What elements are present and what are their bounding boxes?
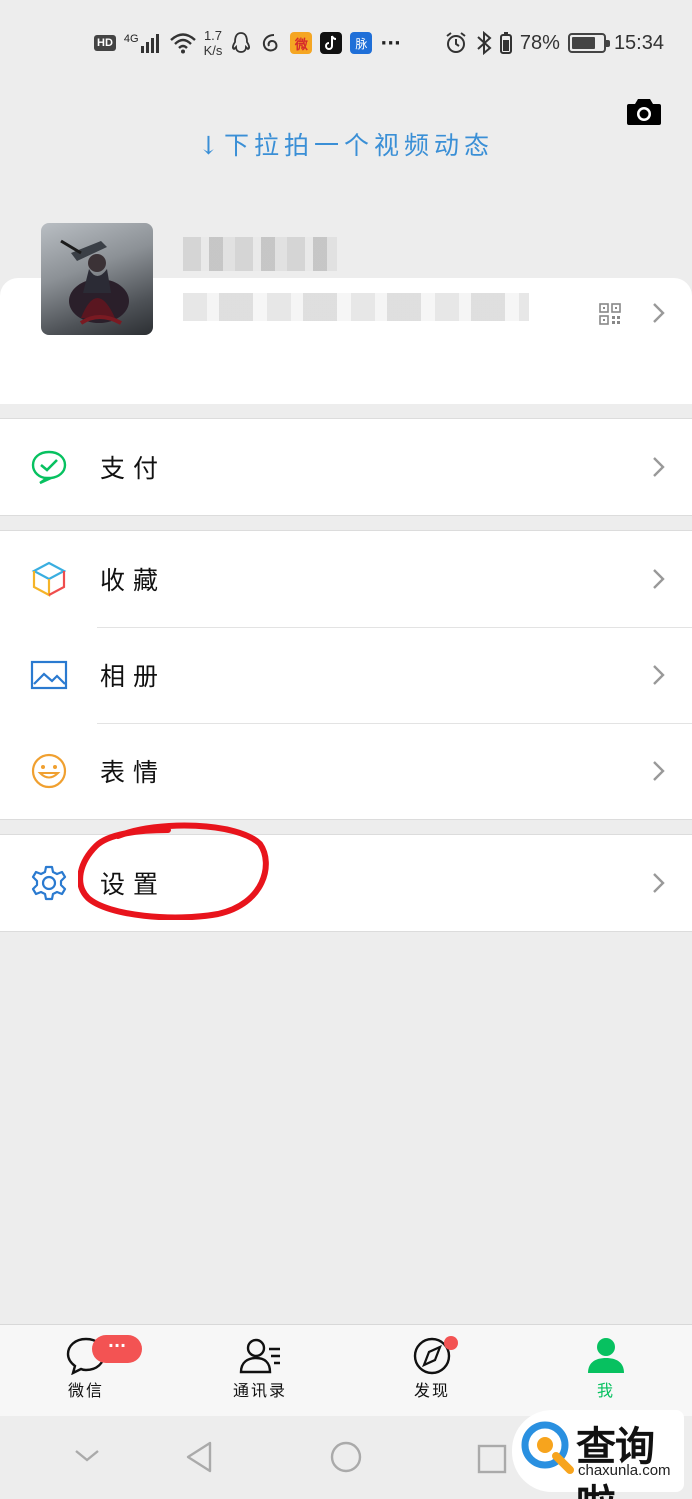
wechat-pay-icon [31, 450, 67, 485]
tools-group: 收藏 相册 表情 [0, 530, 692, 820]
new-dot-badge [444, 1336, 458, 1350]
status-left: HD 4G 1.7 K/s 微 脉 ··· [94, 26, 401, 60]
person-icon [588, 1338, 624, 1373]
battery-percent: 78% [519, 31, 560, 54]
tab-contacts[interactable]: 通讯录 [210, 1335, 310, 1401]
avatar[interactable] [41, 223, 153, 335]
tab-label-chats: 微信 [67, 1381, 104, 1400]
watermark-brand: 查询啦 [576, 1424, 655, 1499]
watermark-logo: 查询啦 chaxunla.com [512, 1410, 684, 1499]
menu-label-settings: 设置 [100, 870, 167, 899]
menu-item-favorites[interactable]: 收藏 [0, 531, 692, 627]
pay-group: 支付 [0, 418, 692, 516]
wifi-icon [169, 33, 196, 54]
alarm-icon [446, 32, 466, 53]
status-right: 78% 15:34 [444, 26, 664, 60]
collapse-chevron-icon[interactable] [72, 1440, 102, 1470]
status-bar: HD 4G 1.7 K/s 微 脉 ··· 78% 15:34 [0, 0, 692, 84]
signal-icon: 4G [124, 33, 162, 53]
menu-label-pay: 支付 [100, 454, 167, 483]
profile-chevron-icon[interactable] [652, 301, 666, 325]
camera-icon[interactable] [626, 96, 662, 126]
menu-label-stickers: 表情 [100, 758, 167, 787]
watermark-url: chaxunla.com [578, 1462, 671, 1479]
signal-label: 4G [123, 33, 139, 45]
favorites-cube-icon [31, 561, 67, 597]
menu-label-favorites: 收藏 [100, 566, 167, 595]
bluetooth-icon [477, 31, 492, 55]
tab-label-contacts: 通讯录 [232, 1381, 287, 1400]
chevron-right-icon [653, 457, 665, 477]
pull-down-hint[interactable]: ↓下拉拍一个视频动态 [0, 126, 692, 162]
bottom-tab-bar: ··· 微信 通讯录 发现 我 [0, 1324, 692, 1416]
menu-item-stickers[interactable]: 表情 [0, 723, 692, 819]
weibo-icon: 微 [290, 32, 313, 54]
tab-me[interactable]: 我 [556, 1335, 656, 1401]
gear-icon [31, 865, 67, 901]
tab-chats[interactable]: ··· 微信 [36, 1335, 142, 1401]
battery-saver-icon [499, 32, 512, 54]
tab-label-me: 我 [596, 1381, 615, 1400]
qr-code-icon[interactable] [598, 302, 622, 326]
qq-icon [232, 32, 251, 53]
unread-badge: ··· [92, 1335, 142, 1363]
hd-badge: HD [94, 35, 116, 51]
speed-unit: K/s [203, 43, 223, 58]
magnifier-q-icon [521, 1421, 574, 1474]
tiktok-icon [320, 32, 343, 54]
speed-value: 1.7 [203, 28, 223, 43]
chevron-right-icon [653, 569, 665, 589]
menu-item-album[interactable]: 相册 [0, 627, 692, 723]
recents-icon[interactable] [477, 1444, 507, 1474]
menu-item-pay[interactable]: 支付 [0, 419, 692, 515]
more-notifications-icon: ··· [380, 32, 401, 54]
settings-group: 设置 [0, 834, 692, 932]
profile-wechat-id [183, 293, 529, 321]
back-icon[interactable] [184, 1440, 214, 1474]
home-icon[interactable] [329, 1440, 363, 1474]
menu-label-album: 相册 [100, 662, 167, 691]
chevron-right-icon [653, 761, 665, 781]
maimai-icon: 脉 [350, 32, 373, 54]
network-speed: 1.7 K/s [204, 28, 223, 58]
tab-label-discover: 发现 [413, 1381, 450, 1400]
battery-icon [567, 33, 610, 53]
album-icon [30, 660, 68, 690]
contacts-icon [239, 1338, 280, 1374]
profile-name [183, 237, 337, 271]
smiley-icon [31, 753, 67, 789]
clock: 15:34 [613, 31, 664, 54]
menu-item-settings[interactable]: 设置 [0, 835, 692, 931]
netease-music-icon [263, 34, 278, 52]
chevron-right-icon [653, 665, 665, 685]
tab-discover[interactable]: 发现 [382, 1335, 482, 1401]
chevron-right-icon [653, 873, 665, 893]
